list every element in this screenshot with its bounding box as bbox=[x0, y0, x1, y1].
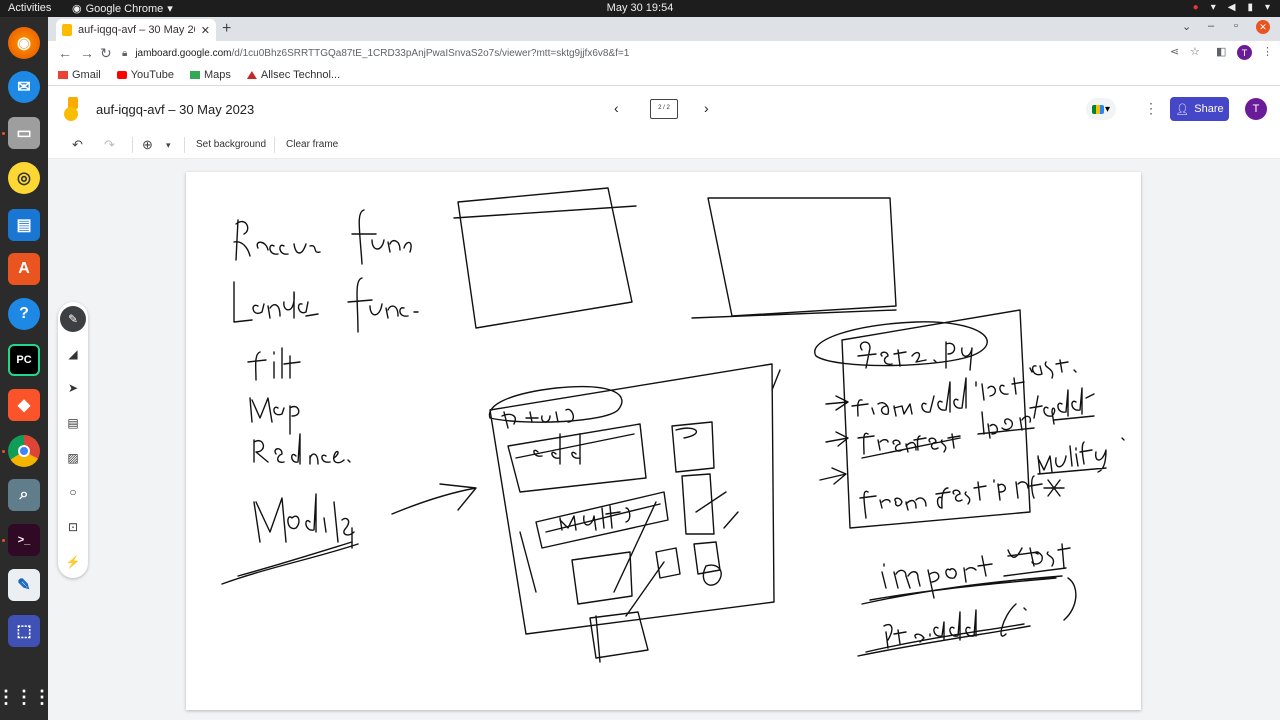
address-bar[interactable]: 🔒︎ jamboard.google.com/d/1cu0Bhz6SRRTTGQ… bbox=[122, 43, 1162, 63]
document-title[interactable]: auf-iqgq-avf – 30 May 2023 bbox=[96, 102, 254, 117]
image-icon[interactable]: ▨ bbox=[63, 448, 83, 468]
jamboard-header: auf-iqgq-avf – 30 May 2023 ‹ 2 / 2 › ▾ ⋮… bbox=[48, 87, 1280, 131]
set-background-button[interactable]: Set background bbox=[196, 139, 266, 150]
bookmark-youtube[interactable]: YouTube bbox=[116, 69, 174, 81]
clear-frame-button[interactable]: Clear frame bbox=[286, 139, 338, 150]
terminal-icon[interactable]: >_ bbox=[8, 524, 40, 556]
bookmark-star-icon[interactable]: ☆ bbox=[1190, 45, 1200, 58]
eraser-icon[interactable]: ◢ bbox=[63, 344, 83, 364]
show-apps-icon[interactable]: ⋮⋮⋮ bbox=[0, 681, 51, 713]
jamboard-logo[interactable] bbox=[64, 97, 80, 121]
writer-icon[interactable]: ▤ bbox=[8, 209, 40, 241]
system-tray[interactable]: ● ▾ ◀ ▮ ▾ bbox=[1193, 2, 1270, 13]
bookmark-allsec[interactable]: Allsec Technol... bbox=[246, 69, 340, 81]
tab-search-icon[interactable]: ⌄ bbox=[1182, 20, 1191, 33]
undo-icon[interactable]: ↶ bbox=[72, 137, 83, 153]
chrome-dock-icon[interactable] bbox=[8, 435, 40, 467]
pycharm-icon[interactable]: PC bbox=[8, 344, 40, 376]
lock-icon: 🔒︎ bbox=[122, 47, 128, 59]
close-window-icon[interactable]: ✕ bbox=[1256, 20, 1270, 34]
gmail-icon bbox=[58, 71, 68, 79]
sticky-note-icon[interactable]: ▤ bbox=[63, 413, 83, 433]
zoom-dropdown-icon[interactable]: ▾ bbox=[166, 140, 171, 151]
more-options-icon[interactable]: ⋮ bbox=[1144, 100, 1158, 117]
tools-panel: ✎ ◢ ➤ ▤ ▨ ○ ⊡ ⚡ bbox=[58, 302, 88, 578]
minimize-icon[interactable]: – bbox=[1208, 20, 1214, 32]
handwritten-sketch bbox=[221, 187, 1125, 663]
tab-title: auf-iqgq-avf – 30 May 2023 bbox=[78, 24, 195, 36]
laser-icon[interactable]: ⚡ bbox=[63, 552, 83, 572]
bookmarks-bar: Gmail YouTube Maps Allsec Technol... bbox=[48, 65, 1280, 86]
os-top-bar: Activities ◉ Google Chrome ▾ May 30 19:5… bbox=[0, 0, 1280, 17]
bookmark-maps[interactable]: Maps bbox=[189, 69, 231, 81]
close-icon[interactable]: ✕ bbox=[201, 24, 210, 37]
magnifier-icon[interactable]: ⌕ bbox=[8, 479, 40, 511]
help-icon[interactable]: ? bbox=[8, 298, 40, 330]
user-avatar[interactable]: T bbox=[1245, 98, 1267, 120]
files-icon[interactable]: ▭ bbox=[8, 117, 40, 149]
chevron-down-icon: ▾ bbox=[1104, 103, 1111, 115]
profile-avatar[interactable]: T bbox=[1237, 45, 1252, 60]
youtube-icon bbox=[116, 71, 127, 79]
rhythmbox-icon[interactable]: ◎ bbox=[8, 162, 40, 194]
new-tab-button[interactable]: + bbox=[222, 20, 231, 38]
brave-icon[interactable]: ◆ bbox=[8, 389, 40, 421]
maximize-icon[interactable]: ▫ bbox=[1234, 20, 1238, 32]
system-clock[interactable]: May 30 19:54 bbox=[0, 2, 1280, 14]
jamboard-toolbar: ↶ ↷ ⊕ ▾ Set background Clear frame bbox=[48, 131, 1280, 159]
battery-icon: ▮ bbox=[1247, 2, 1253, 13]
url-host: jamboard.google.com bbox=[135, 47, 232, 59]
meet-icon bbox=[1091, 104, 1104, 114]
text-box-icon[interactable]: ⊡ bbox=[63, 517, 83, 537]
screenshot-icon[interactable]: ⬚ bbox=[8, 615, 40, 647]
back-icon[interactable]: ← bbox=[58, 45, 72, 61]
share-button[interactable]: 👤︎ Share bbox=[1170, 97, 1229, 121]
os-dock: ◉ ✉ ▭ ◎ ▤ A ? PC ◆ ⌕ >_ ✎ ⬚ ⋮⋮⋮ bbox=[0, 17, 51, 720]
share-page-icon[interactable]: ⋖ bbox=[1170, 45, 1179, 58]
text-editor-icon[interactable]: ✎ bbox=[8, 569, 40, 601]
allsec-icon bbox=[246, 71, 257, 79]
record-icon: ● bbox=[1192, 2, 1199, 13]
frame-bar-toggle[interactable]: 2 / 2 bbox=[650, 99, 678, 119]
jamboard-favicon bbox=[62, 24, 72, 36]
whiteboard-canvas[interactable] bbox=[186, 172, 1141, 710]
software-center-icon[interactable]: A bbox=[8, 253, 40, 285]
chevron-down-icon: ▾ bbox=[1264, 2, 1270, 13]
firefox-icon[interactable]: ◉ bbox=[8, 27, 40, 59]
volume-icon: ◀ bbox=[1227, 2, 1236, 13]
wifi-icon: ▾ bbox=[1210, 2, 1216, 13]
maps-icon bbox=[189, 71, 200, 79]
meet-button[interactable]: ▾ bbox=[1086, 98, 1116, 120]
person-add-icon: 👤︎ bbox=[1175, 103, 1190, 116]
frame-indicator: 2 / 2 bbox=[658, 105, 670, 111]
thunderbird-icon[interactable]: ✉ bbox=[8, 71, 40, 103]
next-frame-button[interactable]: › bbox=[704, 100, 709, 116]
forward-icon[interactable]: → bbox=[80, 45, 94, 61]
redo-icon[interactable]: ↷ bbox=[104, 137, 115, 153]
browser-tab-strip: auf-iqgq-avf – 30 May 2023 ✕ + ⌄ – ▫ ✕ bbox=[48, 17, 1280, 41]
bookmark-gmail[interactable]: Gmail bbox=[58, 69, 101, 81]
url-path: /d/1cu0Bhz6SRRTTGQa87tE_1CRD33pAnjPwaISn… bbox=[231, 47, 630, 59]
share-label: Share bbox=[1194, 103, 1224, 115]
pen-icon[interactable]: ✎ bbox=[60, 306, 86, 332]
reload-icon[interactable]: ↻ bbox=[100, 45, 112, 62]
side-panel-icon[interactable]: ◧ bbox=[1216, 45, 1226, 58]
previous-frame-button[interactable]: ‹ bbox=[614, 100, 619, 116]
zoom-icon[interactable]: ⊕ bbox=[142, 137, 153, 153]
circle-shape-icon[interactable]: ○ bbox=[63, 482, 83, 502]
browser-tab[interactable]: auf-iqgq-avf – 30 May 2023 ✕ bbox=[56, 19, 216, 41]
select-icon[interactable]: ➤ bbox=[63, 378, 83, 398]
chrome-menu-icon[interactable]: ⋮ bbox=[1262, 45, 1273, 58]
browser-toolbar: ← → ↻ 🔒︎ jamboard.google.com/d/1cu0Bhz6S… bbox=[48, 41, 1280, 65]
